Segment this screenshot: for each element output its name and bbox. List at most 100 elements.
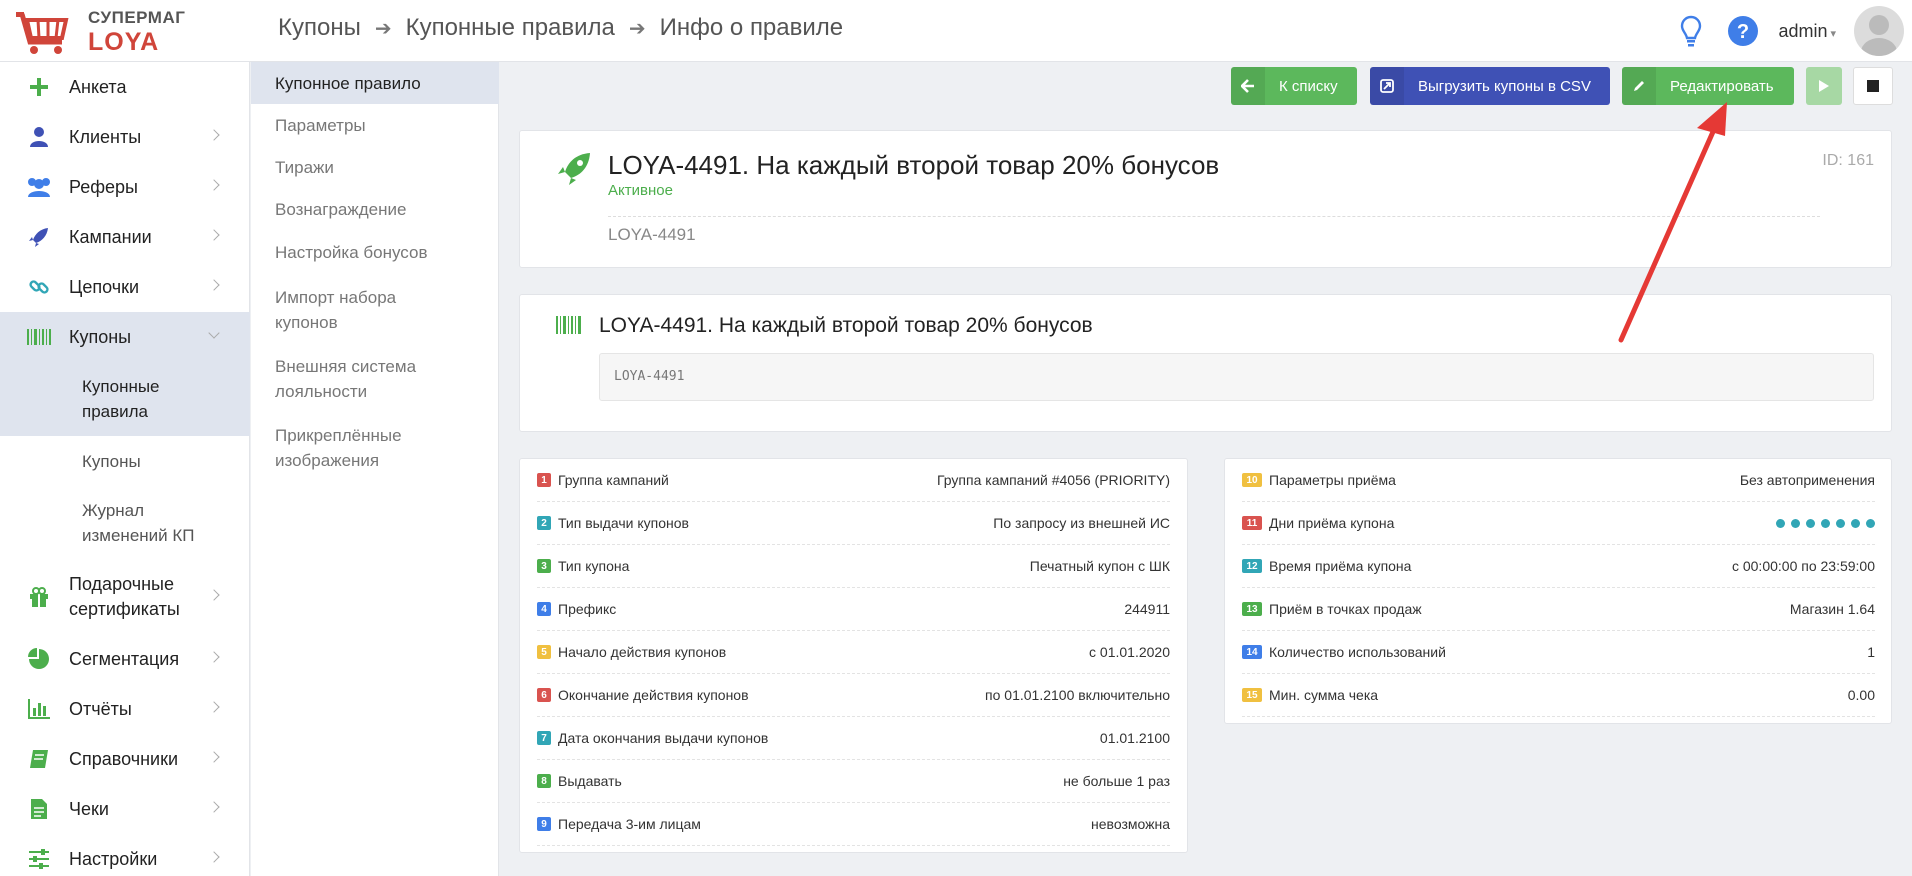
param-row: 5 Начало действия купонов с 01.01.2020	[537, 631, 1170, 674]
sidebar-item-label: Подарочные сертификаты	[69, 574, 180, 619]
section-external-loyalty[interactable]: Внешняя система лояльности	[251, 347, 499, 411]
param-key: Приём в точках продаж	[1269, 601, 1422, 617]
param-number-badge: 6	[537, 688, 551, 702]
weekday-dot	[1866, 518, 1875, 528]
section-label: Настройка бонусов	[275, 242, 428, 262]
rule-title: LOYA-4491. На каждый второй товар 20% бо…	[608, 150, 1220, 180]
param-key: Группа кампаний	[558, 472, 669, 488]
param-row: 7 Дата окончания выдачи купонов 01.01.2100	[537, 717, 1170, 760]
param-value: Группа кампаний #4056 (PRIORITY)	[937, 472, 1170, 488]
coupon-title: LOYA-4491. На каждый второй товар 20% бо…	[599, 314, 1093, 337]
breadcrumb-item-coupons[interactable]: Купоны	[278, 14, 361, 42]
pencil-icon	[1622, 67, 1656, 105]
sidebar-subitem-coupon-rules[interactable]: Купонные правила	[0, 362, 250, 436]
stop-button[interactable]	[1853, 67, 1893, 105]
param-number-badge: 3	[537, 559, 551, 573]
sidebar-item-clients[interactable]: Клиенты	[0, 112, 250, 162]
book-icon	[24, 744, 54, 774]
export-icon	[1370, 67, 1404, 105]
param-row: 8 Выдавать не больше 1 раз	[537, 760, 1170, 803]
avatar[interactable]	[1854, 6, 1904, 56]
param-key: Начало действия купонов	[558, 644, 727, 660]
weekday-dot	[1791, 518, 1800, 528]
section-bonus-settings[interactable]: Настройка бонусов	[251, 231, 499, 273]
param-value: 01.01.2100	[1099, 730, 1170, 746]
rule-id: ID: 161	[1822, 152, 1874, 169]
param-value: невозможна	[1091, 816, 1170, 832]
sidebar-subitem-label: Купоны	[82, 451, 141, 471]
param-number-badge: 10	[1242, 473, 1262, 487]
sidebar-item-label: Купоны	[69, 326, 132, 347]
section-attached-images[interactable]: Прикреплённые изображения	[251, 411, 499, 485]
sidebar-item-settings[interactable]: Настройки	[0, 834, 250, 876]
back-to-list-button[interactable]: К списку	[1231, 67, 1357, 105]
export-csv-button[interactable]: Выгрузить купоны в CSV	[1370, 67, 1610, 105]
pie-icon	[24, 644, 54, 674]
param-key: Выдавать	[558, 773, 622, 789]
param-row: 6 Окончание действия купонов по 01.01.2100…	[537, 674, 1170, 717]
sidebar-item-anketa[interactable]: Анкета	[0, 62, 250, 112]
breadcrumb-item-current: Инфо о правиле	[659, 14, 844, 41]
section-import-coupons[interactable]: Импорт набора купонов	[251, 273, 499, 347]
chart-icon	[24, 694, 54, 724]
sidebar-item-chains[interactable]: Цепочки	[0, 262, 250, 312]
breadcrumb-arrow-icon: ➔	[374, 17, 392, 40]
param-row: 3 Тип купона Печатный купон с ШК	[537, 545, 1170, 588]
param-row: 1 Группа кампаний Группа кампаний #4056 (P…	[537, 459, 1170, 502]
chevron-right-icon	[208, 751, 220, 763]
sidebar-item-label: Анкета	[69, 76, 127, 97]
sidebar-subitem-coupons[interactable]: Купоны	[0, 436, 250, 486]
barcode-icon	[24, 322, 54, 352]
coupon-code-box[interactable]: LOYA-4491	[599, 353, 1874, 401]
section-reward[interactable]: Вознаграждение	[251, 188, 499, 231]
top-header: СУПЕРМАГ LOYA Купоны ➔ Купонные правила …	[0, 0, 1912, 62]
main-sidebar: Анкета Клиенты Реферы Кампании Цепочки К…	[0, 62, 250, 876]
param-row: 15 Мин. сумма чека 0.00	[1242, 674, 1875, 717]
breadcrumb-item-rules[interactable]: Купонные правила	[406, 14, 615, 42]
param-row: 10 Параметры приёма Без автоприменения	[1242, 459, 1875, 502]
sidebar-subitem-label: Журнал изменений КП	[82, 501, 195, 545]
sidebar-item-reports[interactable]: Отчёты	[0, 684, 250, 734]
param-number-badge: 13	[1242, 602, 1262, 616]
param-number-badge: 8	[537, 774, 551, 788]
users-icon	[24, 172, 54, 202]
chevron-right-icon	[208, 279, 220, 291]
edit-button[interactable]: Редактировать	[1622, 67, 1794, 105]
param-value: 1	[1867, 644, 1875, 660]
user-menu[interactable]: admin ▾	[1778, 21, 1836, 42]
play-button[interactable]	[1806, 67, 1842, 105]
param-key: Дата окончания выдачи купонов	[558, 730, 769, 746]
section-label: Внешняя система лояльности	[275, 357, 417, 401]
svg-text:?: ?	[1737, 21, 1749, 43]
sidebar-item-label: Реферы	[69, 176, 138, 197]
sidebar-item-receipts[interactable]: Чеки	[0, 784, 250, 834]
sidebar-item-segmentation[interactable]: Сегментация	[0, 634, 250, 684]
sidebar-item-campaigns[interactable]: Кампании	[0, 212, 250, 262]
param-key: Параметры приёма	[1269, 472, 1396, 488]
param-value: не больше 1 раз	[1063, 773, 1170, 789]
lightbulb-icon[interactable]	[1674, 14, 1708, 48]
section-coupon-rule[interactable]: Купонное правило	[251, 62, 499, 104]
param-key: Передача 3-им лицам	[558, 816, 701, 832]
param-value: Без автоприменения	[1739, 472, 1875, 488]
status-badge: Активное	[608, 182, 673, 199]
rocket-icon	[558, 153, 590, 185]
sidebar-item-refers[interactable]: Реферы	[0, 162, 250, 212]
sidebar-item-gift-certificates[interactable]: Подарочные сертификаты	[0, 560, 250, 634]
section-parameters[interactable]: Параметры	[251, 104, 499, 146]
param-value: По запросу из внешней ИС	[993, 515, 1170, 531]
param-number-badge: 15	[1242, 688, 1262, 702]
play-icon	[1819, 80, 1829, 92]
sidebar-item-coupons[interactable]: Купоны	[0, 312, 250, 362]
brand-logo[interactable]: СУПЕРМАГ LOYA	[10, 6, 250, 56]
param-value: 244911	[1124, 601, 1170, 617]
sidebar-subitem-changelog[interactable]: Журнал изменений КП	[0, 486, 250, 560]
weekday-dot	[1836, 518, 1845, 528]
section-runs[interactable]: Тиражи	[251, 146, 499, 188]
help-icon[interactable]: ?	[1726, 14, 1760, 48]
sidebar-item-directories[interactable]: Справочники	[0, 734, 250, 784]
sidebar-item-label: Чеки	[69, 798, 109, 819]
weekday-dots	[1776, 518, 1875, 528]
param-value: 0.00	[1847, 687, 1875, 703]
divider	[608, 216, 1820, 217]
